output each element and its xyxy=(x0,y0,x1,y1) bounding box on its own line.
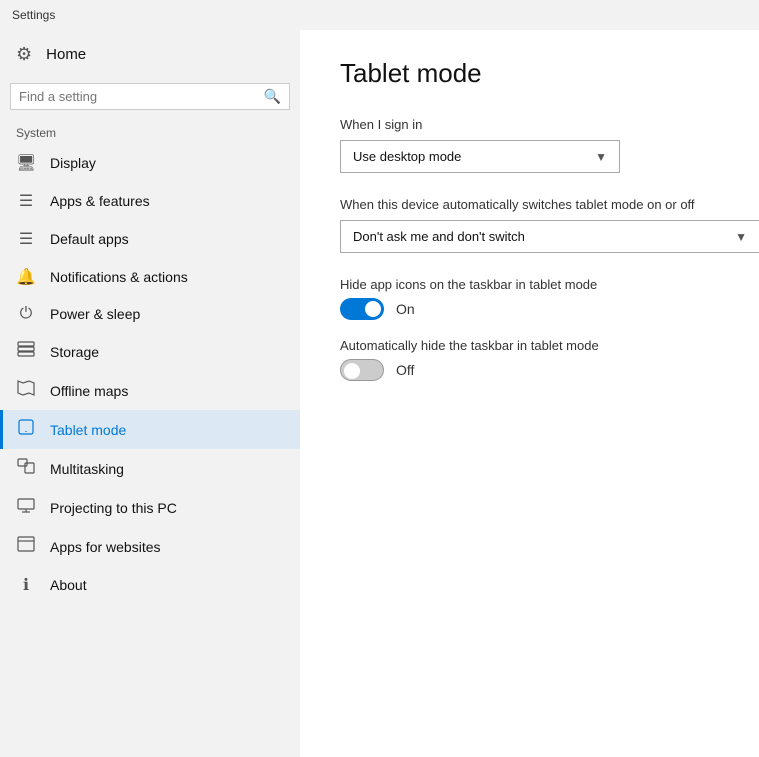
multitasking-icon xyxy=(16,458,36,479)
sidebar-item-label: Offline maps xyxy=(50,383,128,399)
apps-websites-icon xyxy=(16,536,36,557)
sign-in-dropdown[interactable]: Use desktop mode ▼ xyxy=(340,140,620,173)
default-apps-icon: ☰ xyxy=(16,229,36,249)
sidebar-item-label: Multitasking xyxy=(50,461,124,477)
sidebar-item-tablet-mode[interactable]: Tablet mode xyxy=(0,410,300,449)
power-icon: ⏻ xyxy=(16,305,36,323)
main-panel: Tablet mode When I sign in Use desktop m… xyxy=(300,30,759,757)
sidebar-item-label: Storage xyxy=(50,344,99,360)
search-input[interactable] xyxy=(19,89,264,104)
auto-switch-label: When this device automatically switches … xyxy=(340,197,719,212)
toggle-knob xyxy=(344,363,360,379)
hide-icons-toggle-row: On xyxy=(340,298,719,320)
sidebar: ⚙ Home 🔍 System 🖥 Display ☰ Apps & featu… xyxy=(0,30,300,757)
chevron-down-icon: ▼ xyxy=(595,150,607,164)
sidebar-item-label: Apps for websites xyxy=(50,539,161,555)
page-title: Tablet mode xyxy=(340,58,719,89)
display-icon: 🖥 xyxy=(16,153,36,173)
sidebar-home-label: Home xyxy=(46,46,86,63)
home-icon: ⚙ xyxy=(16,44,32,65)
hide-icons-toggle[interactable] xyxy=(340,298,384,320)
storage-icon xyxy=(16,341,36,362)
sidebar-item-label: Power & sleep xyxy=(50,306,140,322)
sidebar-item-multitasking[interactable]: Multitasking xyxy=(0,449,300,488)
auto-hide-toggle-row: Off xyxy=(340,359,719,381)
hide-icons-label: Hide app icons on the taskbar in tablet … xyxy=(340,277,719,292)
auto-hide-toggle[interactable] xyxy=(340,359,384,381)
sidebar-item-storage[interactable]: Storage xyxy=(0,332,300,371)
sidebar-item-default-apps[interactable]: ☰ Default apps xyxy=(0,220,300,258)
about-icon: ℹ xyxy=(16,575,36,595)
toggle-knob xyxy=(365,301,381,317)
sidebar-item-label: About xyxy=(50,577,87,593)
sidebar-item-label: Notifications & actions xyxy=(50,269,188,285)
sign-in-label: When I sign in xyxy=(340,117,719,132)
main-content: ⚙ Home 🔍 System 🖥 Display ☰ Apps & featu… xyxy=(0,30,759,757)
sidebar-item-about[interactable]: ℹ About xyxy=(0,566,300,604)
auto-hide-label: Automatically hide the taskbar in tablet… xyxy=(340,338,719,353)
sidebar-item-label: Default apps xyxy=(50,231,129,247)
sidebar-item-label: Apps & features xyxy=(50,193,150,209)
offline-maps-icon xyxy=(16,380,36,401)
title-bar: Settings xyxy=(0,0,759,30)
search-box[interactable]: 🔍 xyxy=(10,83,290,110)
sidebar-item-projecting[interactable]: Projecting to this PC xyxy=(0,488,300,527)
sidebar-item-apps[interactable]: ☰ Apps & features xyxy=(0,182,300,220)
sidebar-item-display[interactable]: 🖥 Display xyxy=(0,144,300,182)
hide-icons-state: On xyxy=(396,301,415,317)
notifications-icon: 🔔 xyxy=(16,267,36,287)
app-title: Settings xyxy=(12,8,55,22)
tablet-mode-icon xyxy=(16,419,36,440)
search-icon: 🔍 xyxy=(264,88,281,105)
sidebar-item-power[interactable]: ⏻ Power & sleep xyxy=(0,296,300,332)
sidebar-item-label: Projecting to this PC xyxy=(50,500,177,516)
system-section-label: System xyxy=(0,120,300,144)
sidebar-item-offline-maps[interactable]: Offline maps xyxy=(0,371,300,410)
auto-hide-state: Off xyxy=(396,362,414,378)
projecting-icon xyxy=(16,497,36,518)
apps-icon: ☰ xyxy=(16,191,36,211)
sidebar-item-apps-websites[interactable]: Apps for websites xyxy=(0,527,300,566)
sidebar-item-label: Display xyxy=(50,155,96,171)
sidebar-item-label: Tablet mode xyxy=(50,422,126,438)
chevron-down-icon: ▼ xyxy=(735,230,747,244)
auto-switch-value: Don't ask me and don't switch xyxy=(353,229,525,244)
sidebar-item-notifications[interactable]: 🔔 Notifications & actions xyxy=(0,258,300,296)
sign-in-value: Use desktop mode xyxy=(353,149,461,164)
auto-switch-dropdown[interactable]: Don't ask me and don't switch ▼ xyxy=(340,220,759,253)
sidebar-item-home[interactable]: ⚙ Home xyxy=(0,34,300,75)
